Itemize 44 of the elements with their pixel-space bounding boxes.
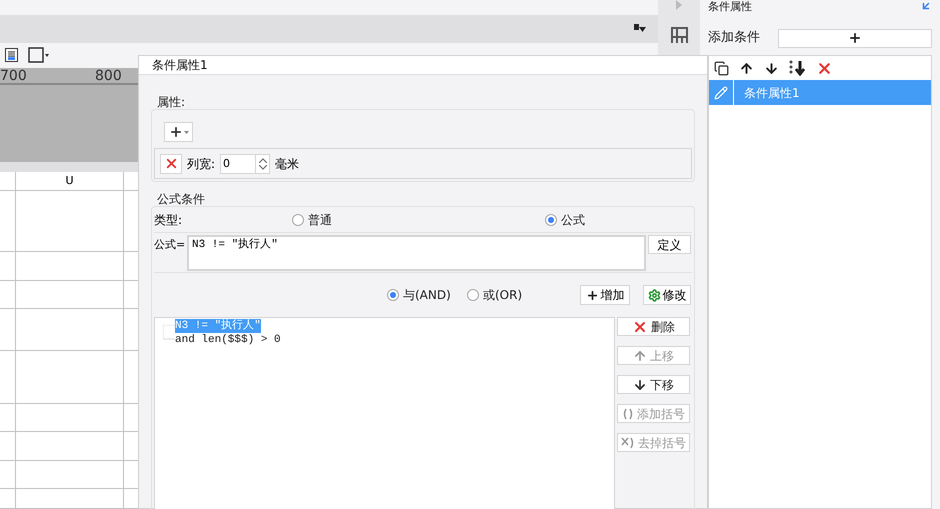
radio-option[interactable]: 或(OR) (467, 286, 580, 304)
list-action-button[interactable]: 删除 (617, 317, 690, 336)
remove-button[interactable] (160, 154, 182, 174)
add-button[interactable]: 增加 (580, 285, 630, 305)
add-condition-label: 添加条件 (708, 29, 761, 48)
spin-down-icon (258, 164, 267, 170)
plus-icon (848, 31, 862, 45)
unit-label: 毫米 (275, 156, 300, 172)
document-icon[interactable] (5, 48, 18, 62)
formula-label: 公式= (154, 237, 186, 253)
type-label: 类型: (154, 212, 184, 228)
caret-icon (184, 130, 188, 134)
list-action-button[interactable]: 下移 (617, 375, 690, 394)
plus-icon (586, 288, 598, 302)
ruler-label: 800 (95, 68, 122, 83)
radio-option[interactable]: 普通 (292, 210, 545, 228)
add-dropdown-button[interactable] (164, 122, 193, 142)
ruler-label: 700 (0, 68, 27, 83)
section-label: 公式条件 (156, 191, 206, 208)
move-bottom-icon[interactable] (789, 60, 806, 76)
remove-parentheses-icon (621, 436, 635, 448)
dropdown-icon[interactable] (634, 24, 646, 34)
plus-icon (168, 125, 182, 139)
parentheses-icon (622, 408, 634, 420)
column-header[interactable]: U (16, 172, 124, 190)
column-width-label: 列宽: (187, 156, 216, 172)
spin-up-icon (258, 158, 267, 162)
modify-button[interactable]: 修改 (643, 285, 691, 305)
copy-icon[interactable] (714, 60, 729, 76)
grid-icon[interactable] (670, 27, 688, 44)
condition-line[interactable]: and len($$$) > 0 (175, 333, 281, 347)
section-label: 属性: (156, 94, 186, 111)
pencil-icon (714, 86, 728, 100)
panel-title: 条件属性 (708, 0, 752, 13)
radio-option[interactable]: 公式 (545, 210, 585, 228)
column-width-spinner[interactable]: 0 (220, 154, 270, 174)
border-icon[interactable] (28, 47, 50, 64)
gear-icon (648, 288, 660, 302)
radio-option[interactable]: 与(AND) (387, 286, 467, 304)
resize-icon[interactable] (920, 0, 932, 12)
define-button[interactable]: 定义 (648, 235, 691, 254)
formula-field[interactable]: N3 != "执行人" (187, 235, 646, 271)
arrow-down-icon[interactable] (764, 60, 779, 76)
dialog-title: 条件属性1 (152, 57, 208, 74)
